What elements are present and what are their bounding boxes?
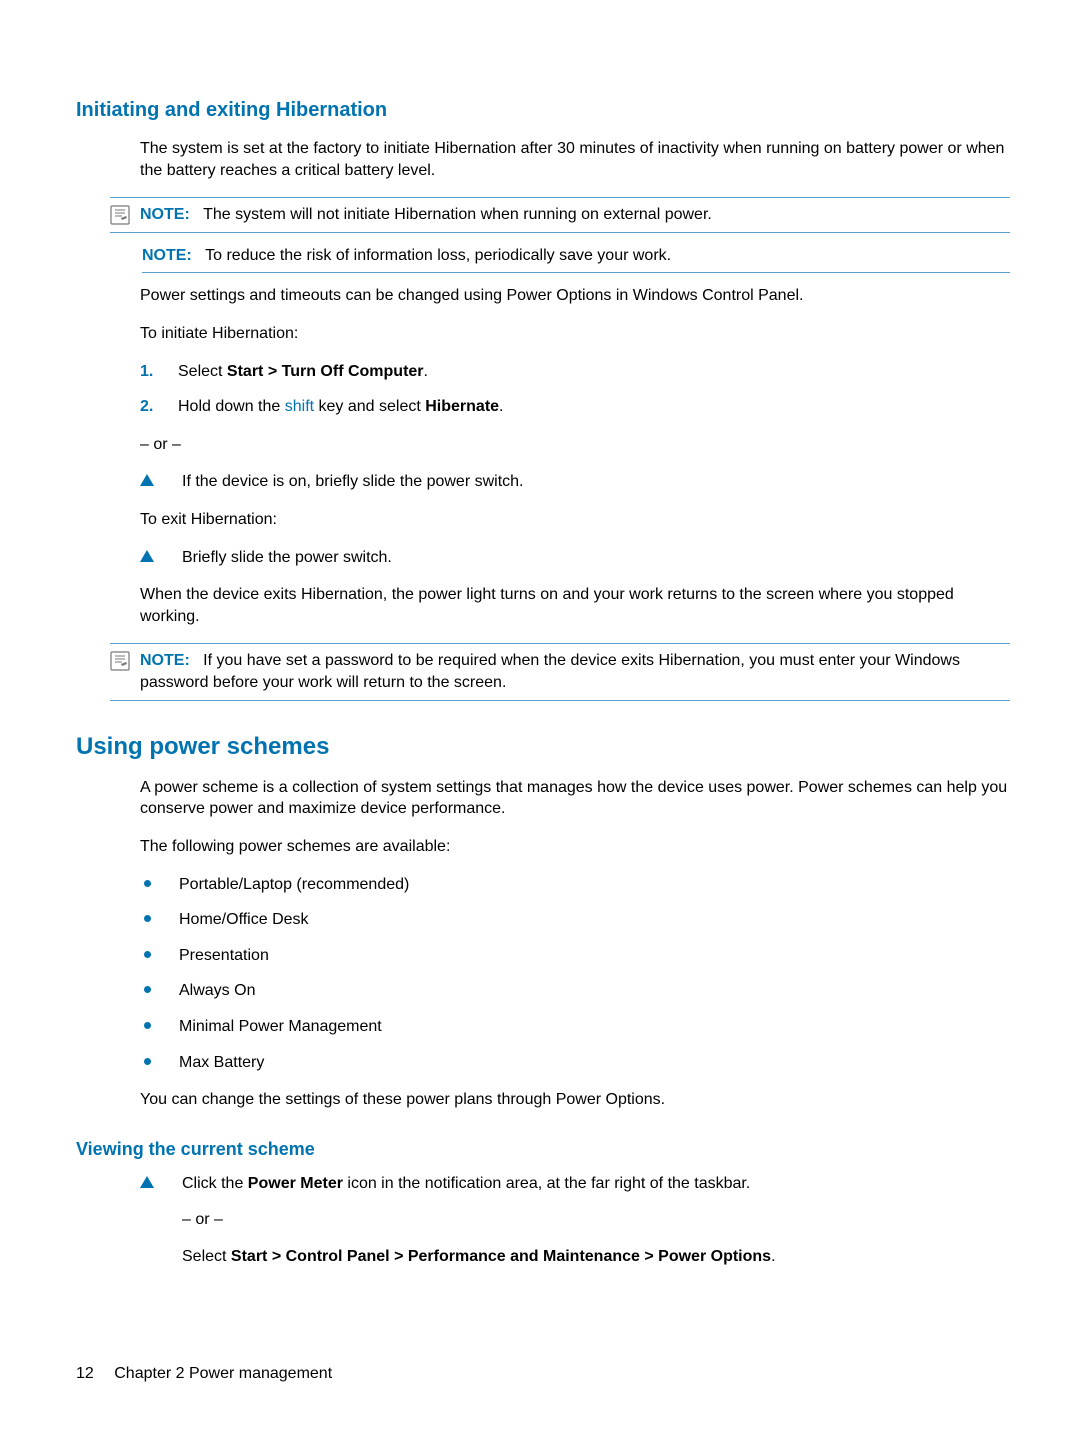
step-text: Select Start > Control Panel > Performan… xyxy=(182,1246,1010,1268)
note-box: NOTE: The system will not initiate Hiber… xyxy=(110,197,1010,233)
list-item: Portable/Laptop (recommended) xyxy=(140,874,1010,896)
list-item-label: Max Battery xyxy=(179,1052,264,1074)
list-item: Minimal Power Management xyxy=(140,1016,1010,1038)
list-item-label: Minimal Power Management xyxy=(179,1016,382,1038)
note-label: NOTE: xyxy=(140,206,190,223)
step-text: Select Start > Turn Off Computer. xyxy=(178,361,428,383)
para-settings: Power settings and timeouts can be chang… xyxy=(140,285,1010,307)
step-text: Hold down the shift key and select Hiber… xyxy=(178,396,504,418)
triangle-icon xyxy=(140,550,154,562)
note-box: NOTE: To reduce the risk of information … xyxy=(142,245,1010,274)
step-1: 1. Select Start > Turn Off Computer. xyxy=(140,361,1010,383)
triangle-step: Click the Power Meter icon in the notifi… xyxy=(140,1173,1010,1268)
scheme-list: Portable/Laptop (recommended) Home/Offic… xyxy=(140,874,1010,1074)
note-text: NOTE: If you have set a password to be r… xyxy=(140,650,1010,693)
note-label: NOTE: xyxy=(140,652,190,669)
para-when: When the device exits Hibernation, the p… xyxy=(140,584,1010,627)
para-scheme-intro: A power scheme is a collection of system… xyxy=(140,777,1010,820)
page-footer: 12 Chapter 2 Power management xyxy=(76,1363,332,1385)
note-icon xyxy=(110,651,130,671)
step-marker: 2. xyxy=(140,396,156,418)
list-item: Max Battery xyxy=(140,1052,1010,1074)
page-number: 12 xyxy=(76,1365,94,1382)
list-item: Always On xyxy=(140,980,1010,1002)
triangle-step: If the device is on, briefly slide the p… xyxy=(140,471,1010,493)
triangle-icon xyxy=(140,1176,154,1188)
note-body: If you have set a password to be require… xyxy=(140,652,960,691)
step-block: Click the Power Meter icon in the notifi… xyxy=(182,1173,1010,1268)
step-text: Briefly slide the power switch. xyxy=(182,547,1010,569)
document-page: Initiating and exiting Hibernation The s… xyxy=(0,0,1080,1437)
heading-viewing-scheme: Viewing the current scheme xyxy=(76,1137,1010,1161)
bullet-icon xyxy=(144,880,151,887)
bullet-icon xyxy=(144,951,151,958)
note-icon xyxy=(110,205,130,225)
para-change: You can change the settings of these pow… xyxy=(140,1089,1010,1111)
heading-hibernation: Initiating and exiting Hibernation xyxy=(76,97,1010,124)
note-label: NOTE: xyxy=(142,247,192,264)
step-text: Click the Power Meter icon in the notifi… xyxy=(182,1173,1010,1195)
chapter-label: Chapter 2 Power management xyxy=(114,1365,332,1382)
list-item-label: Always On xyxy=(179,980,255,1002)
list-item-label: Portable/Laptop (recommended) xyxy=(179,874,409,896)
heading-power-schemes: Using power schemes xyxy=(76,731,1010,763)
note-body: The system will not initiate Hibernation… xyxy=(203,206,712,223)
step-2: 2. Hold down the shift key and select Hi… xyxy=(140,396,1010,418)
list-item-label: Presentation xyxy=(179,945,269,967)
list-item: Home/Office Desk xyxy=(140,909,1010,931)
para-intro: The system is set at the factory to init… xyxy=(140,138,1010,181)
para-initiate: To initiate Hibernation: xyxy=(140,323,1010,345)
step-text: If the device is on, briefly slide the p… xyxy=(182,471,1010,493)
triangle-icon xyxy=(140,474,154,486)
note-text: NOTE: The system will not initiate Hiber… xyxy=(140,204,1010,226)
triangle-step: Briefly slide the power switch. xyxy=(140,547,1010,569)
bullet-icon xyxy=(144,986,151,993)
or-separator: – or – xyxy=(140,434,1010,456)
note-box: NOTE: If you have set a password to be r… xyxy=(110,643,1010,700)
note-text: NOTE: To reduce the risk of information … xyxy=(142,245,1010,267)
para-available: The following power schemes are availabl… xyxy=(140,836,1010,858)
list-item-label: Home/Office Desk xyxy=(179,909,309,931)
para-exit: To exit Hibernation: xyxy=(140,509,1010,531)
list-item: Presentation xyxy=(140,945,1010,967)
bullet-icon xyxy=(144,915,151,922)
note-body: To reduce the risk of information loss, … xyxy=(205,247,671,264)
bullet-icon xyxy=(144,1022,151,1029)
ordered-steps: 1. Select Start > Turn Off Computer. 2. … xyxy=(140,361,1010,418)
step-marker: 1. xyxy=(140,361,156,383)
key-shift: shift xyxy=(285,398,314,415)
or-separator: – or – xyxy=(182,1209,1010,1231)
bullet-icon xyxy=(144,1058,151,1065)
